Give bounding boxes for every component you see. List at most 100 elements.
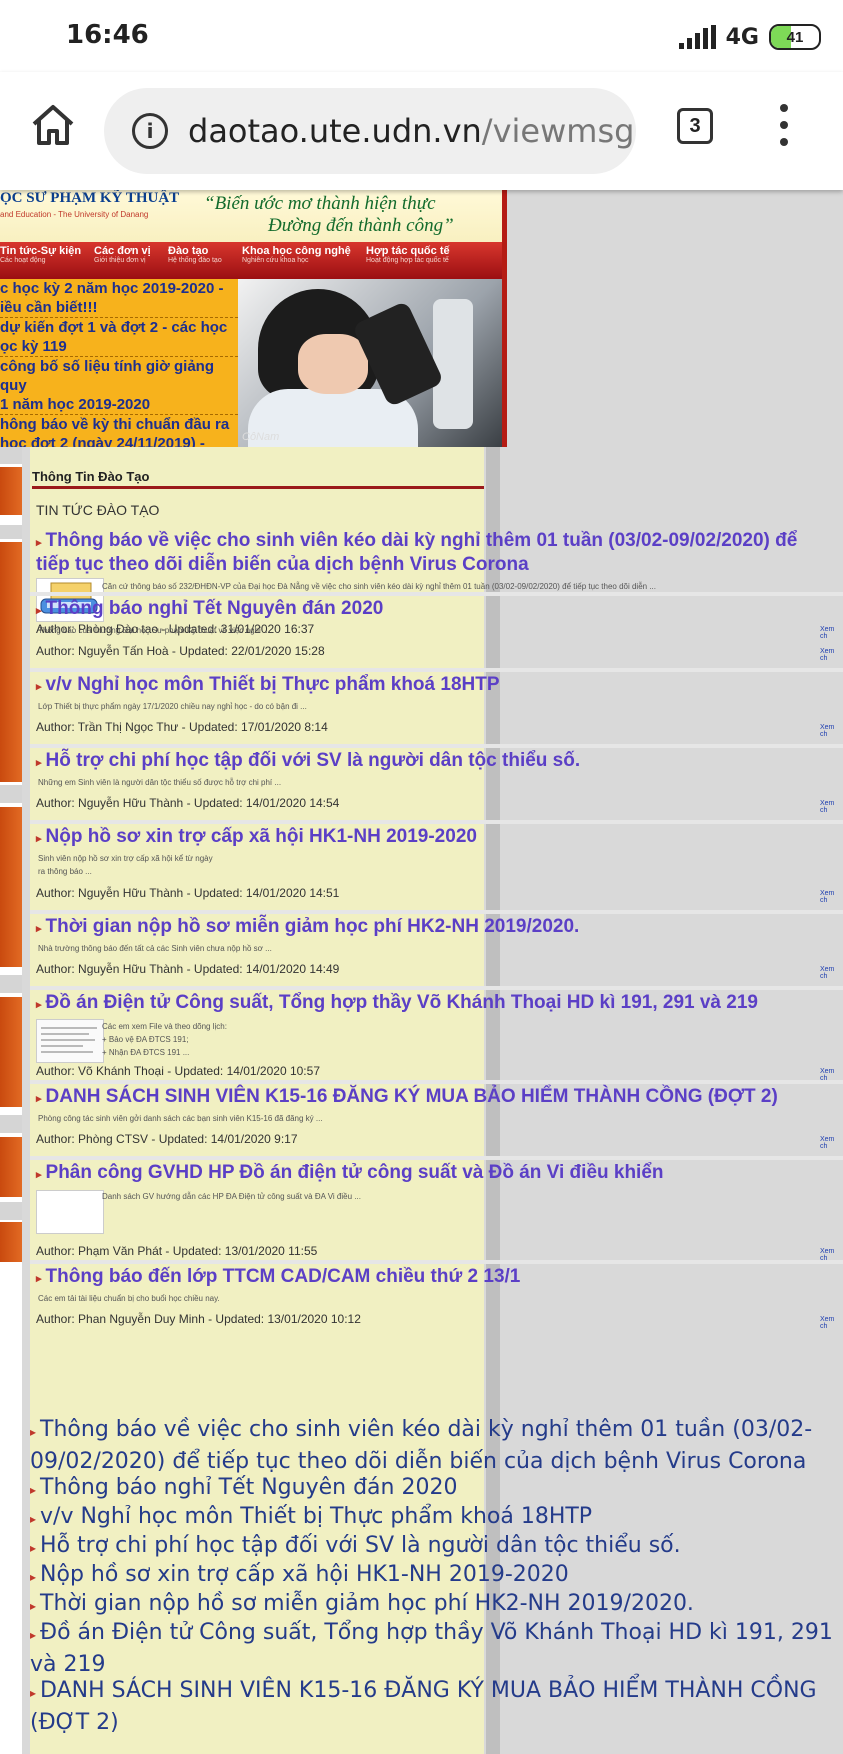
sidebar-item[interactable]: [0, 542, 22, 782]
url-path: /viewmsg: [481, 112, 635, 150]
news-title[interactable]: ▸ DANH SÁCH SINH VIÊN K15-16 ĐĂNG KÝ MUA …: [36, 1086, 836, 1110]
ticker-line[interactable]: iều cần biết!!!: [0, 298, 238, 318]
section-title: TIN TỨC ĐÀO TẠO: [36, 502, 160, 518]
sidebar-item[interactable]: [0, 1222, 22, 1262]
url-text[interactable]: daotao.ute.udn.vn/viewmsg: [188, 112, 634, 150]
news-link[interactable]: ▸ Đồ án Điện tử Công suất, Tổng hợp thầy …: [30, 1618, 843, 1679]
news-link[interactable]: ▸ Hỗ trợ chi phí học tập đối với SV là ng…: [30, 1531, 843, 1563]
slogan-line-2: Đường đến thành công”: [268, 215, 454, 236]
sidebar-header: [0, 525, 22, 539]
news-summary: Nhà trường thông báo đến tất cả các Sinh…: [38, 944, 272, 953]
news-meta: Author: Nguyễn Tấn Hoà - Updated: 22/01/…: [36, 644, 325, 658]
slogan-line-1: “Biến ước mơ thành hiện thực: [204, 193, 436, 214]
news-link[interactable]: ▸ Thời gian nộp hồ sơ miễn giảm học phí H…: [30, 1589, 843, 1621]
read-more-link[interactable]: Xem ch: [820, 800, 843, 814]
nav-item-international[interactable]: Hợp tác quốc tế Hoạt động hợp tác quốc tế: [366, 245, 450, 264]
news-summary: Các em tải tài liệu chuẩn bị cho buổi họ…: [38, 1294, 220, 1303]
sidebar-header: [0, 1202, 22, 1220]
home-button[interactable]: [28, 100, 78, 150]
news-link[interactable]: ▸ Thông báo nghỉ Tết Nguyên đán 2020: [30, 1473, 843, 1505]
site-banner: ỌC SƯ PHẠM KỸ THUẬT and Education - The …: [0, 190, 507, 279]
network-type: 4G: [725, 24, 759, 50]
read-more-link[interactable]: Xem ch: [820, 648, 843, 662]
school-logo-subtext: and Education - The University of Danang: [0, 210, 149, 219]
info-icon[interactable]: i: [132, 113, 168, 149]
sidebar-header: [0, 785, 22, 803]
battery-icon: 41: [769, 24, 821, 50]
news-link[interactable]: ▸ DANH SÁCH SINH VIÊN K15-16 ĐĂNG KÝ MUA …: [30, 1676, 843, 1737]
school-logo-text[interactable]: ỌC SƯ PHẠM KỸ THUẬT: [0, 190, 179, 207]
news-title[interactable]: ▸ Nộp hồ sơ xin trợ cấp xã hội HK1-NH 201…: [36, 826, 836, 850]
news-title[interactable]: ▸ Thông báo đến lớp TTCM CAD/CAM chiều th…: [36, 1266, 836, 1290]
sidebar-header: [0, 447, 22, 464]
ticker-line[interactable]: hông báo về kỳ thi chuẩn đầu ra: [0, 415, 238, 434]
signal-icon: [678, 25, 716, 49]
battery-percent: 41: [786, 28, 804, 46]
news-summary: Các em xem File và theo dõng lịch: + Bảo…: [102, 1022, 227, 1057]
read-more-link[interactable]: Xem ch: [820, 1136, 843, 1150]
page-title: Thông Tin Đào Tạo: [32, 469, 150, 484]
news-title[interactable]: ▸ Hỗ trợ chi phí học tập đối với SV là ng…: [36, 750, 836, 774]
news-title[interactable]: ▸ Thời gian nộp hồ sơ miễn giảm học phí H…: [36, 916, 836, 940]
news-meta: Author: Nguyễn Hữu Thành - Updated: 14/0…: [36, 796, 340, 810]
url-domain: daotao.ute.udn.vn: [188, 112, 482, 150]
news-meta: Author: Nguyễn Hữu Thành - Updated: 14/0…: [36, 962, 340, 976]
ticker-line[interactable]: c học kỳ 2 năm học 2019-2020 -: [0, 279, 238, 298]
news-title[interactable]: ▸ v/v Nghỉ học môn Thiết bị Thực phẩm kho…: [36, 674, 836, 698]
news-meta: Author: Võ Khánh Thoại - Updated: 14/01/…: [36, 1064, 320, 1078]
news-summary: Lớp Thiết bị thực phẩm ngày 17/1/2020 ch…: [38, 702, 307, 711]
ticker-line[interactable]: 1 năm học 2019-2020: [0, 395, 238, 415]
news-summary: Sinh viên nộp hồ sơ xin trợ cấp xã hội k…: [38, 854, 213, 876]
news-title[interactable]: ▸ Phân công GVHD HP Đồ án điện tử công su…: [36, 1162, 836, 1186]
news-thumbnail[interactable]: [36, 1190, 104, 1234]
home-icon: [32, 105, 74, 145]
news-ticker: c học kỳ 2 năm học 2019-2020 - iều cần b…: [0, 279, 238, 447]
news-summary: Những em Sinh viên là người dân tộc thiể…: [38, 778, 282, 787]
nav-item-training[interactable]: Đào tạo Hệ thống đào tạo: [168, 245, 222, 264]
news-meta: Author: Trần Thị Ngọc Thư - Updated: 17/…: [36, 720, 328, 734]
ticker-line[interactable]: ọc kỳ 119: [0, 337, 238, 357]
overflow-menu-button[interactable]: [774, 100, 794, 150]
read-more-link[interactable]: Xem ch: [820, 966, 843, 980]
news-title[interactable]: ▸ Đồ án Điện tử Công suất, Tổng hợp thầy …: [36, 992, 836, 1016]
news-link[interactable]: ▸ v/v Nghỉ học môn Thiết bị Thực phẩm kho…: [30, 1502, 843, 1534]
sidebar-item[interactable]: [0, 1137, 22, 1197]
right-blank: [507, 190, 843, 447]
nav-item-news[interactable]: Tin tức-Sự kiện Các hoạt động: [0, 245, 81, 264]
ticker-line[interactable]: công bố số liệu tính giờ giảng quy: [0, 357, 238, 395]
nav-item-units[interactable]: Các đơn vị Giới thiệu đơn vị: [94, 245, 151, 264]
sidebar-header: [0, 975, 22, 993]
address-bar[interactable]: i daotao.ute.udn.vn/viewmsg: [104, 88, 636, 174]
sidebar-item[interactable]: [0, 807, 22, 967]
main-nav: Tin tức-Sự kiện Các hoạt động Các đơn vị G…: [0, 242, 507, 279]
news-link[interactable]: ▸ Thông báo về việc cho sinh viên kéo dài…: [30, 1415, 843, 1476]
sidebar-header: [0, 1115, 22, 1133]
news-title[interactable]: ▸ Thông báo nghỉ Tết Nguyên đán 2020: [36, 598, 836, 622]
web-page: ỌC SƯ PHẠM KỸ THUẬT and Education - The …: [0, 190, 843, 1754]
news-meta: Author: Phòng CTSV - Updated: 14/01/2020…: [36, 1132, 298, 1146]
news-title[interactable]: ▸ Thông báo về việc cho sinh viên kéo dài…: [36, 530, 836, 576]
read-more-link[interactable]: Xem ch: [820, 890, 843, 904]
title-divider: [32, 486, 484, 489]
ticker-line[interactable]: học đợt 2 (ngày 24/11/2019) -: [0, 434, 238, 447]
left-sidebar: [0, 447, 22, 1754]
ticker-line[interactable]: dự kiến đợt 1 và đợt 2 - các học: [0, 318, 238, 337]
browser-toolbar: i daotao.ute.udn.vn/viewmsg 3: [0, 72, 843, 190]
tab-switcher-button[interactable]: 3: [677, 108, 713, 144]
banner-photo: CôNam: [238, 279, 502, 447]
sidebar-item[interactable]: [0, 467, 22, 515]
news-summary: Phòng công tác sinh viên gởi danh sách c…: [38, 1114, 323, 1123]
news-thumbnail[interactable]: [36, 1019, 104, 1063]
status-bar: 16:46 4G 41: [0, 0, 843, 72]
read-more-link[interactable]: Xem ch: [820, 1316, 843, 1330]
photo-signature: CôNam: [242, 431, 280, 443]
status-icons: 4G 41: [678, 20, 821, 54]
read-more-link[interactable]: Xem ch: [820, 724, 843, 738]
news-link[interactable]: ▸ Nộp hồ sơ xin trợ cấp xã hội HK1-NH 201…: [30, 1560, 843, 1592]
nav-item-science[interactable]: Khoa học công nghệ Nghiên cứu khoa học: [242, 245, 351, 264]
news-meta: Author: Nguyễn Hữu Thành - Updated: 14/0…: [36, 886, 340, 900]
news-summary: Danh sách GV hướng dẫn các HP ĐA Điện tử…: [102, 1192, 361, 1201]
news-meta: Author: Phan Nguyễn Duy Minh - Updated: …: [36, 1312, 361, 1326]
sidebar-item[interactable]: [0, 997, 22, 1107]
read-more-link[interactable]: Xem ch: [820, 626, 843, 640]
